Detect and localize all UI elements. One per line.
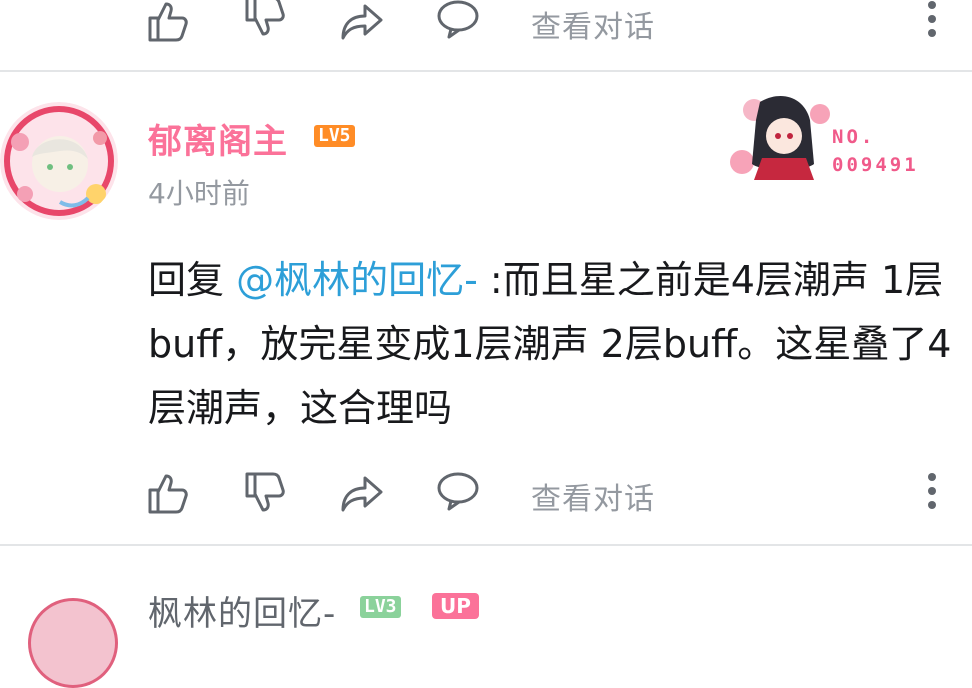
- avatar[interactable]: [0, 102, 118, 220]
- level-badge: LV5: [314, 125, 355, 147]
- thumbs-down-icon[interactable]: [243, 470, 289, 516]
- fan-card-number: 009491: [832, 154, 919, 176]
- more-vertical-icon[interactable]: [922, 0, 942, 44]
- next-comment-username[interactable]: 枫林的回忆-: [148, 586, 336, 635]
- share-icon[interactable]: [339, 470, 385, 516]
- comment-bubble-icon[interactable]: [435, 0, 481, 42]
- fan-card[interactable]: NO. 009491: [720, 92, 930, 182]
- thumbs-up-icon[interactable]: [146, 0, 192, 44]
- previous-comment-actions: 查看对话: [0, 0, 972, 60]
- comment-time: 4小时前: [148, 177, 250, 210]
- share-icon[interactable]: [339, 0, 385, 44]
- divider: [0, 544, 972, 546]
- view-conversation-link[interactable]: 查看对话: [531, 474, 655, 518]
- comment-actions: 查看对话: [0, 468, 972, 528]
- next-level-badge: LV3: [360, 596, 401, 618]
- more-vertical-icon[interactable]: [922, 470, 942, 516]
- next-avatar[interactable]: [28, 598, 118, 688]
- view-conversation-link[interactable]: 查看对话: [531, 2, 655, 46]
- reply-prefix: 回复: [148, 258, 237, 302]
- thumbs-up-icon[interactable]: [146, 470, 192, 516]
- fan-card-label: NO.: [832, 126, 876, 148]
- comment-text: 回复 @枫林的回忆- :而且星之前是4层潮声 1层buff，放完星变成1层潮声 …: [148, 248, 958, 440]
- up-badge: UP: [432, 593, 479, 619]
- fan-card-character-image: [730, 96, 830, 180]
- divider: [0, 70, 972, 72]
- thumbs-down-icon[interactable]: [243, 0, 289, 40]
- comment-username[interactable]: 郁离阁主: [148, 114, 288, 163]
- mention-link[interactable]: @枫林的回忆-: [236, 258, 478, 302]
- comment-bubble-icon[interactable]: [435, 468, 481, 514]
